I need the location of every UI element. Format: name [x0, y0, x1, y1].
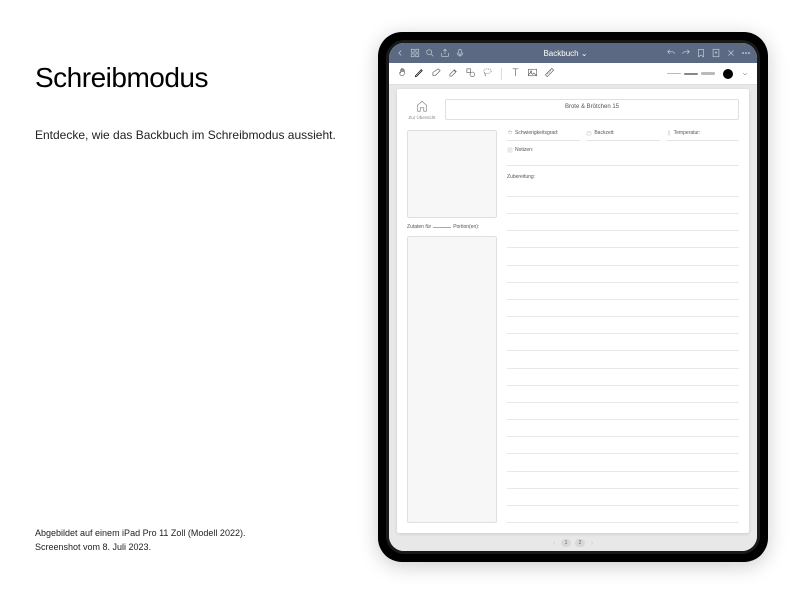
grid-icon[interactable] [410, 48, 420, 58]
shapes-tool[interactable] [465, 65, 476, 83]
recipe-page: Zur Übersicht Brote & Brötchen 15 Zutate… [397, 89, 749, 533]
document-canvas[interactable]: Zur Übersicht Brote & Brötchen 15 Zutate… [389, 85, 757, 551]
toolbar-divider [501, 68, 502, 80]
lasso-tool[interactable] [482, 65, 493, 83]
tool-toolbar [389, 63, 757, 85]
ingredients-box[interactable] [407, 236, 497, 523]
preparation-lines[interactable] [507, 186, 739, 523]
image-placeholder-large[interactable] [407, 130, 497, 218]
add-page-icon[interactable] [711, 48, 721, 58]
ipad-frame: Backbuch ⌄ [378, 32, 768, 562]
color-picker[interactable] [723, 69, 733, 79]
search-icon[interactable] [425, 48, 435, 58]
page-2-button[interactable]: 2 [575, 539, 585, 547]
eraser-tool[interactable] [431, 65, 442, 83]
pen-tool[interactable] [414, 65, 425, 83]
redo-icon[interactable] [681, 48, 691, 58]
undo-icon[interactable] [666, 48, 676, 58]
home-button[interactable]: Zur Übersicht [407, 99, 437, 120]
style-chevron-icon[interactable] [741, 65, 749, 83]
image-tool[interactable] [527, 65, 538, 83]
stroke-width-picker[interactable] [667, 72, 715, 75]
next-page-icon[interactable] [589, 540, 595, 546]
promo-subtitle: Entdecke, wie das Backbuch im Schreibmod… [35, 126, 345, 144]
mic-icon[interactable] [455, 48, 465, 58]
recipe-title-box[interactable]: Brote & Brötchen 15 [445, 99, 739, 120]
highlighter-tool[interactable] [448, 65, 459, 83]
text-tool[interactable] [510, 65, 521, 83]
app-titlebar: Backbuch ⌄ [389, 43, 757, 63]
more-icon[interactable] [741, 48, 751, 58]
hand-tool[interactable] [397, 65, 408, 83]
prev-page-icon[interactable] [551, 540, 557, 546]
ingredients-heading: Zutaten für Portion(en): [407, 224, 497, 230]
difficulty-field[interactable]: Schwierigkeitsgrad: [507, 130, 580, 141]
ruler-tool[interactable] [544, 65, 555, 83]
page-1-button[interactable]: 1 [561, 539, 571, 547]
close-icon[interactable] [726, 48, 736, 58]
share-icon[interactable] [440, 48, 450, 58]
notes-field[interactable]: Notizen: [507, 147, 739, 166]
back-icon[interactable] [395, 48, 405, 58]
page-navigator[interactable]: 1 2 [551, 539, 595, 547]
document-title[interactable]: Backbuch ⌄ [471, 49, 660, 58]
preparation-label: Zubereitung: [507, 174, 739, 180]
baketime-field[interactable]: Backzeit: [586, 130, 659, 141]
promo-title: Schreibmodus [35, 62, 345, 94]
temperature-field[interactable]: Temperatur: [666, 130, 739, 141]
bookmark-icon[interactable] [696, 48, 706, 58]
promo-footer: Abgebildet auf einem iPad Pro 11 Zoll (M… [35, 527, 245, 554]
